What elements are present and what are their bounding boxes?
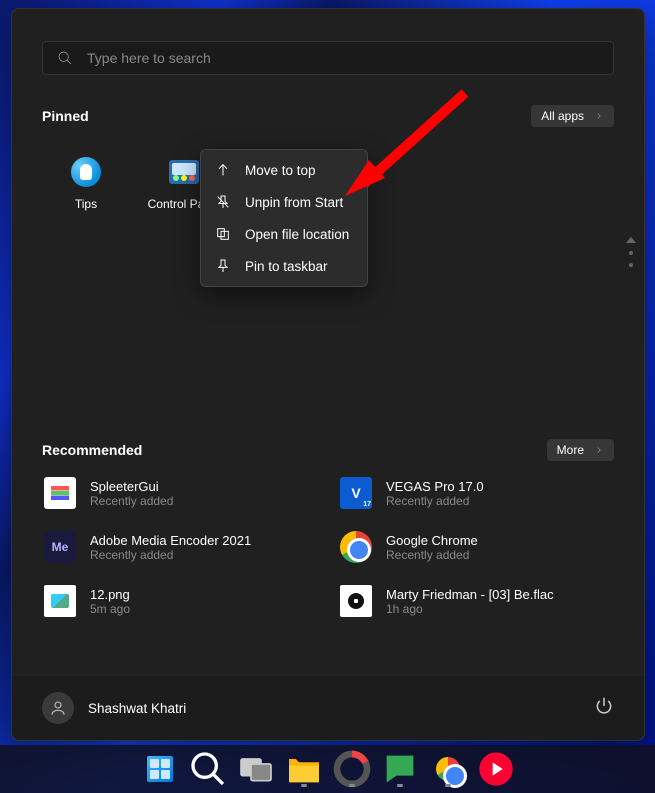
power-button[interactable] [594,696,614,721]
task-view-icon [236,749,276,789]
rec-item-media-encoder[interactable]: Me Adobe Media Encoder 2021 Recently add… [42,529,318,565]
avatar-icon [42,692,74,724]
taskbar [0,745,655,793]
recommended-header: Recommended More [42,439,614,461]
rec-sub: 5m ago [90,602,130,616]
chrome-icon [436,757,460,781]
arrow-up-icon [215,162,231,178]
spleetergui-icon [44,477,76,509]
ctx-move-to-top[interactable]: Move to top [201,154,367,186]
taskbar-search-button[interactable] [188,749,228,789]
more-label: More [557,443,584,457]
chrome-icon [340,531,372,563]
rec-item-flac[interactable]: Marty Friedman - [03] Be.flac 1h ago [338,583,614,619]
taskbar-chat-app[interactable] [380,749,420,789]
audio-file-icon [340,585,372,617]
ctx-pin-to-taskbar[interactable]: Pin to taskbar [201,250,367,282]
rec-name: Google Chrome [386,533,478,548]
recommended-title: Recommended [42,442,142,458]
unpin-icon [215,194,231,210]
rec-item-image[interactable]: 12.png 5m ago [42,583,318,619]
rec-name: SpleeterGui [90,479,173,494]
all-apps-button[interactable]: All apps [531,105,614,127]
power-icon [594,696,614,716]
taskbar-file-explorer[interactable] [284,749,324,789]
pager-dot [629,263,633,267]
circle-app-icon [332,749,372,789]
rec-name: VEGAS Pro 17.0 [386,479,484,494]
rec-item-chrome[interactable]: Google Chrome Recently added [338,529,614,565]
ctx-label: Pin to taskbar [245,259,328,274]
start-menu: Type here to search Pinned All apps Tips… [11,8,645,741]
pager-dot [629,251,633,255]
chat-icon [380,749,420,789]
search-icon [188,749,228,789]
search-icon [57,50,73,66]
pin-icon [215,258,231,274]
chevron-right-icon [594,445,604,455]
youtube-music-icon [476,749,516,789]
search-placeholder: Type here to search [87,50,211,66]
chevron-right-icon [594,111,604,121]
rec-sub: Recently added [386,548,478,562]
pinned-pager[interactable] [626,237,636,267]
all-apps-label: All apps [541,109,584,123]
pinned-item-tips[interactable]: Tips [42,149,130,217]
rec-sub: Recently added [90,494,173,508]
taskbar-chrome[interactable] [428,749,468,789]
user-name: Shashwat Khatri [88,701,186,716]
pager-up-icon [626,237,636,243]
start-footer: Shashwat Khatri [12,675,644,740]
ctx-unpin-from-start[interactable]: Unpin from Start [201,186,367,218]
search-bar[interactable]: Type here to search [42,41,614,75]
rec-sub: Recently added [386,494,484,508]
taskbar-start-button[interactable] [140,749,180,789]
folder-icon [284,749,324,789]
context-menu: Move to top Unpin from Start Open file l… [200,149,368,287]
ctx-label: Move to top [245,163,316,178]
taskbar-app-circle[interactable] [332,749,372,789]
taskbar-youtube-music[interactable] [476,749,516,789]
control-panel-icon [167,155,201,189]
rec-sub: Recently added [90,548,251,562]
more-button[interactable]: More [547,439,614,461]
tips-icon [69,155,103,189]
ctx-label: Unpin from Start [245,195,343,210]
pinned-title: Pinned [42,108,89,124]
start-icon [147,756,173,782]
pinned-area: Tips Control Panel Move to top Unpin fro… [42,149,614,409]
taskbar-task-view-button[interactable] [236,749,276,789]
rec-name: Marty Friedman - [03] Be.flac [386,587,554,602]
user-account-button[interactable]: Shashwat Khatri [42,692,186,724]
pinned-header: Pinned All apps [42,105,614,127]
pinned-item-label: Tips [75,197,97,211]
rec-item-vegas[interactable]: V VEGAS Pro 17.0 Recently added [338,475,614,511]
file-location-icon [215,226,231,242]
image-file-icon [44,585,76,617]
vegas-icon: V [340,477,372,509]
rec-sub: 1h ago [386,602,554,616]
rec-item-spleetergui[interactable]: SpleeterGui Recently added [42,475,318,511]
rec-name: 12.png [90,587,130,602]
ctx-label: Open file location [245,227,349,242]
recommended-grid: SpleeterGui Recently added V VEGAS Pro 1… [42,475,614,619]
rec-name: Adobe Media Encoder 2021 [90,533,251,548]
ctx-open-file-location[interactable]: Open file location [201,218,367,250]
media-encoder-icon: Me [44,531,76,563]
